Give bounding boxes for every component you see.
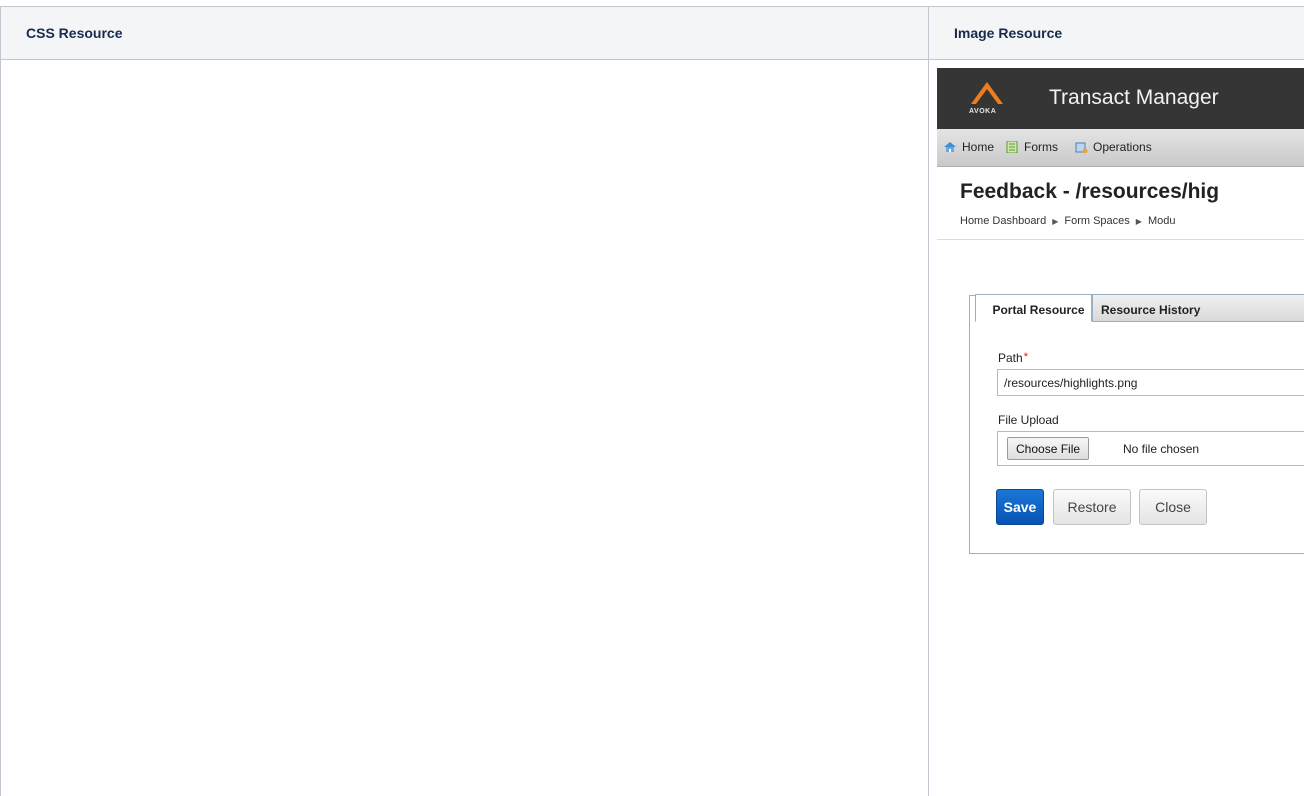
tab-portal-resource[interactable]: Portal Resource bbox=[975, 294, 1092, 322]
resource-panel-area: Portal Resource Resource History Path* F… bbox=[937, 68, 1304, 564]
path-input[interactable] bbox=[997, 369, 1304, 396]
css-resource-cell bbox=[0, 59, 929, 796]
close-button[interactable]: Close bbox=[1139, 489, 1207, 525]
restore-button[interactable]: Restore bbox=[1053, 489, 1131, 525]
file-upload-field: Choose File No file chosen bbox=[997, 431, 1304, 466]
path-label: Path* bbox=[998, 351, 1028, 365]
css-resource-header: CSS Resource bbox=[0, 6, 929, 60]
choose-file-button[interactable]: Choose File bbox=[1007, 437, 1090, 460]
tab-resource-history[interactable]: Resource History bbox=[1092, 294, 1304, 322]
image-resource-header: Image Resource bbox=[928, 6, 1304, 60]
save-button[interactable]: Save bbox=[996, 489, 1044, 525]
no-file-text: No file chosen bbox=[1123, 442, 1200, 456]
file-upload-label: File Upload bbox=[998, 413, 1059, 427]
tab-bar: Portal Resource Resource History bbox=[975, 294, 1304, 322]
required-marker: * bbox=[1023, 351, 1028, 363]
